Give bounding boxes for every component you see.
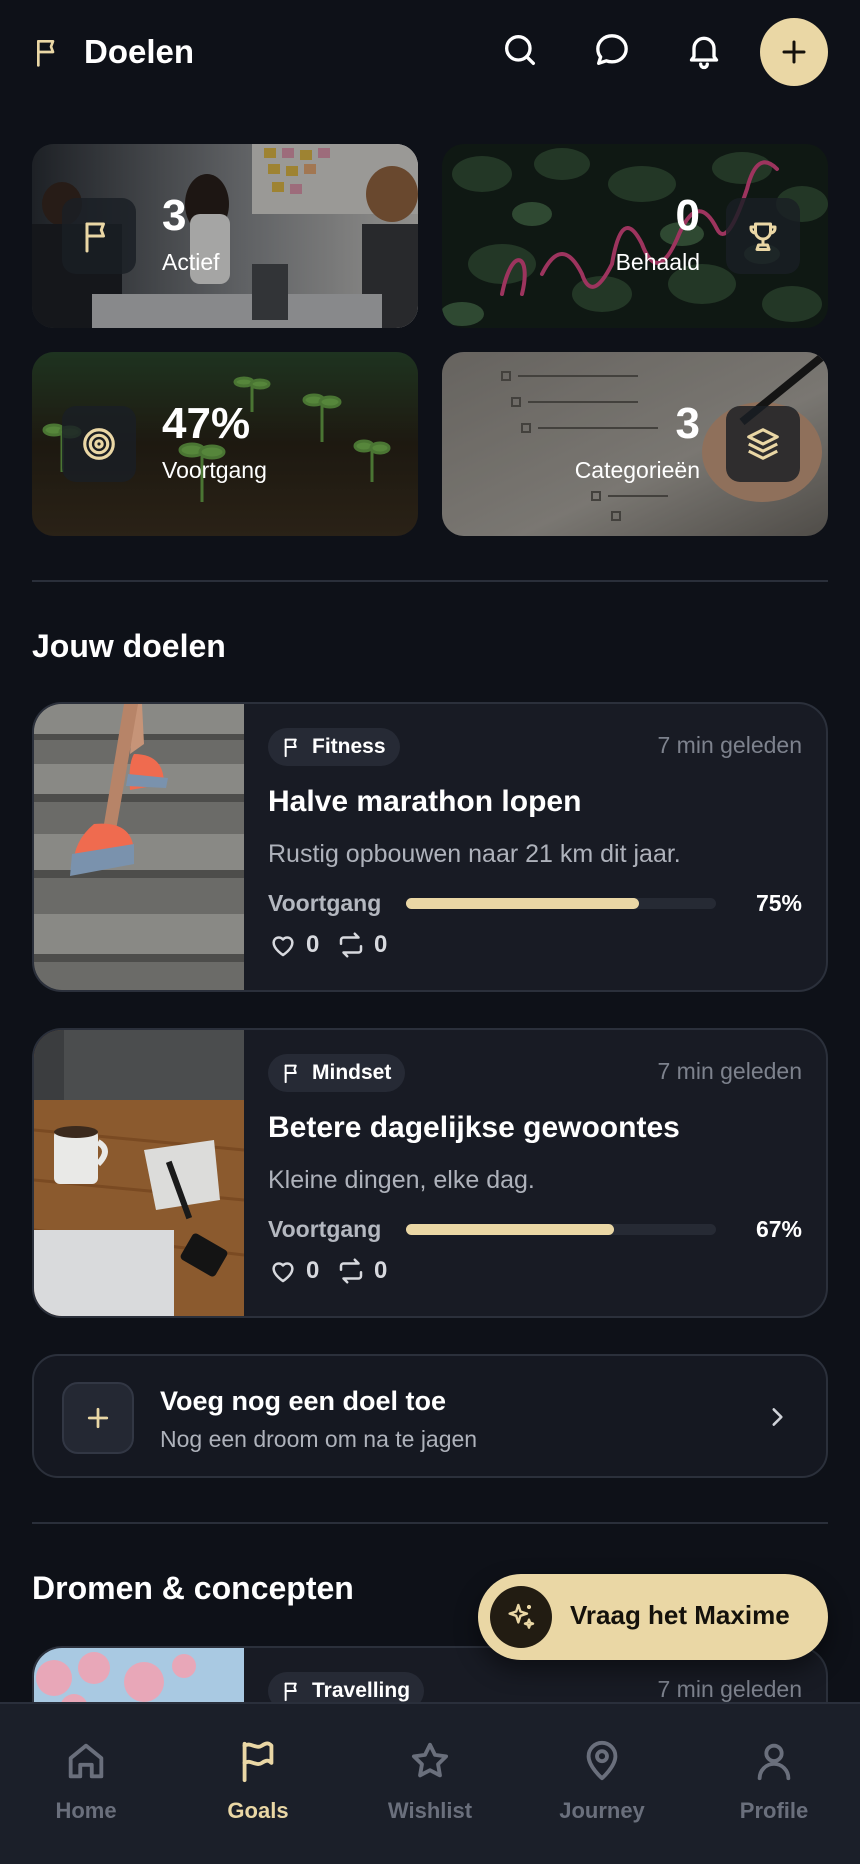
flag-icon (33, 36, 65, 68)
search-icon[interactable] (500, 30, 540, 70)
progress-bar-fill (406, 898, 639, 909)
page-title: Doelen (84, 33, 195, 70)
add-another-goal-card[interactable]: Voeg nog een doel toe Nog een droom om n… (32, 1354, 828, 1478)
stat-card-progress[interactable]: 47% Voortgang (32, 352, 418, 536)
goal-title: Betere dagelijkse gewoontes (268, 1111, 680, 1144)
chat-icon[interactable] (592, 30, 632, 70)
desk-coffee-photo (34, 1030, 244, 1316)
goal-card[interactable]: Fitness 7 min geleden Halve marathon lop… (32, 702, 828, 992)
stat-label: Categorieën (574, 457, 700, 483)
nav-label: Goals (227, 1798, 289, 1823)
stat-label: Behaald (615, 249, 700, 275)
progress-bar (406, 898, 716, 909)
stat-value: 3 (675, 399, 700, 448)
progress-percent: 75% (755, 890, 802, 916)
stat-value: 47% (162, 399, 251, 448)
repost-icon (336, 1256, 366, 1286)
plus-icon (62, 1382, 134, 1454)
stat-card-active[interactable]: 3 Actief (32, 144, 418, 328)
goal-card[interactable]: Mindset 7 min geleden Betere dagelijkse … (32, 1028, 828, 1318)
category-chip[interactable]: Fitness (268, 728, 400, 766)
progress-bar (406, 1224, 716, 1235)
stat-label: Actief (162, 249, 220, 275)
nav-item-wishlist[interactable]: Wishlist (360, 1738, 500, 1838)
stat-card-categories[interactable]: 3 Categorieën (442, 352, 828, 536)
sparkles-icon (490, 1586, 552, 1648)
category-label: Fitness (312, 735, 386, 758)
progress-label: Voortgang (268, 890, 382, 916)
nav-item-goals[interactable]: Goals (188, 1738, 328, 1838)
star-icon (407, 1738, 453, 1784)
like-button[interactable]: 0 (268, 930, 319, 960)
repost-count: 0 (374, 931, 388, 958)
stat-card-achieved[interactable]: 0 Behaald (442, 144, 828, 328)
add-goal-subtitle: Nog een droom om na te jagen (160, 1426, 478, 1452)
fab-label: Vraag het Maxime (570, 1600, 790, 1630)
repost-button[interactable]: 0 (336, 930, 387, 960)
nav-item-home[interactable]: Home (16, 1738, 156, 1838)
category-label: Travelling (312, 1679, 411, 1702)
chevron-right-icon (764, 1404, 790, 1430)
progress-percent: 67% (755, 1216, 802, 1242)
timestamp: 7 min geleden (657, 732, 803, 758)
stat-value: 3 (162, 191, 187, 240)
flag-icon (282, 1680, 304, 1702)
ask-maxime-button[interactable]: Vraag het Maxime (478, 1574, 828, 1660)
stat-label: Voortgang (162, 457, 267, 483)
like-count: 0 (306, 1257, 320, 1284)
app-header: Doelen (0, 0, 860, 108)
progress-label: Voortgang (268, 1216, 382, 1242)
running-stairs-photo (34, 704, 244, 990)
repost-button[interactable]: 0 (336, 1256, 387, 1286)
repost-count: 0 (374, 1257, 388, 1284)
goal-description: Rustig opbouwen naar 21 km dit jaar. (268, 840, 681, 868)
nav-label: Profile (739, 1798, 809, 1823)
user-icon (751, 1738, 797, 1784)
timestamp: 7 min geleden (657, 1058, 803, 1084)
like-count: 0 (306, 931, 320, 958)
goal-title: Halve marathon lopen (268, 785, 582, 818)
nav-item-profile[interactable]: Profile (704, 1738, 844, 1838)
category-chip[interactable]: Mindset (268, 1054, 406, 1092)
target-icon (62, 406, 136, 482)
add-goal-button[interactable] (760, 18, 828, 86)
flag-icon (62, 198, 136, 274)
section-divider (32, 580, 828, 582)
nav-item-journey[interactable]: Journey (532, 1738, 672, 1838)
flag-icon (282, 736, 304, 758)
flag-icon (282, 1062, 304, 1084)
nav-label: Wishlist (387, 1798, 473, 1823)
like-button[interactable]: 0 (268, 1256, 319, 1286)
layers-icon (726, 406, 800, 482)
map-pin-icon (579, 1738, 625, 1784)
timestamp: 7 min geleden (657, 1676, 803, 1702)
goal-description: Kleine dingen, elke dag. (268, 1166, 535, 1194)
section-divider (32, 1522, 828, 1524)
dreams-section-title: Dromen & concepten (32, 1570, 354, 1606)
bell-icon[interactable] (684, 30, 724, 70)
stat-value: 0 (675, 191, 700, 240)
nav-label: Home (55, 1798, 117, 1823)
repost-icon (336, 930, 366, 960)
heart-icon (268, 930, 298, 960)
progress-bar-fill (406, 1224, 614, 1235)
home-icon (63, 1738, 109, 1784)
trophy-icon (726, 198, 800, 274)
category-label: Mindset (312, 1061, 392, 1084)
goals-section-title: Jouw doelen (32, 628, 226, 664)
nav-label: Journey (559, 1798, 645, 1823)
heart-icon (268, 1256, 298, 1286)
flag-icon (235, 1738, 281, 1784)
bottom-nav: Home Goals Wishlist Journey Profile (0, 1702, 860, 1864)
add-goal-title: Voeg nog een doel toe (160, 1386, 447, 1416)
